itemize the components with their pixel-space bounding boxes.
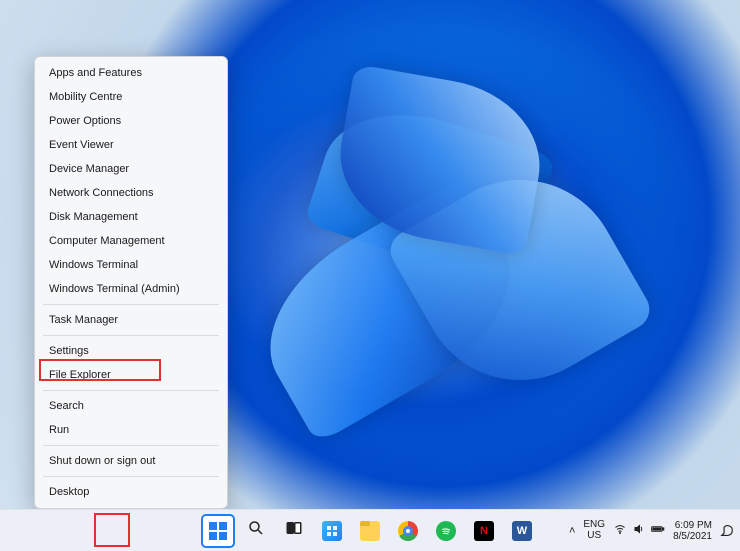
folder-icon: [360, 521, 380, 541]
winx-context-menu: Apps and FeaturesMobility CentrePower Op…: [34, 56, 228, 509]
volume-icon: [632, 523, 646, 538]
netflix-button[interactable]: N: [469, 516, 499, 546]
menu-item-task-manager[interactable]: Task Manager: [35, 308, 227, 332]
taskbar: N W ˄ ENG US: [0, 509, 740, 551]
menu-separator: [43, 445, 219, 446]
menu-item-windows-terminal[interactable]: Windows Terminal: [35, 253, 227, 277]
menu-item-file-explorer[interactable]: File Explorer: [35, 363, 227, 387]
menu-item-mobility-centre[interactable]: Mobility Centre: [35, 85, 227, 109]
task-view-icon: [285, 519, 303, 542]
menu-item-disk-management[interactable]: Disk Management: [35, 205, 227, 229]
language-indicator[interactable]: ENG US: [583, 520, 605, 541]
tray-overflow-chevron-icon[interactable]: ˄: [569, 525, 575, 537]
widgets-button[interactable]: [317, 516, 347, 546]
battery-icon: [651, 523, 665, 538]
clock[interactable]: 6:09 PM 8/5/2021: [673, 520, 712, 542]
menu-separator: [43, 390, 219, 391]
word-icon: W: [512, 521, 532, 541]
menu-item-computer-management[interactable]: Computer Management: [35, 229, 227, 253]
menu-item-settings[interactable]: Settings: [35, 339, 227, 363]
menu-separator: [43, 476, 219, 477]
menu-item-apps-and-features[interactable]: Apps and Features: [35, 61, 227, 85]
windows-logo-icon: [209, 522, 227, 540]
netflix-icon: N: [474, 521, 494, 541]
menu-item-search[interactable]: Search: [35, 394, 227, 418]
language-line1: ENG: [583, 520, 605, 531]
clock-date: 8/5/2021: [673, 531, 712, 542]
menu-item-event-viewer[interactable]: Event Viewer: [35, 133, 227, 157]
widgets-icon: [322, 521, 342, 541]
menu-separator: [43, 304, 219, 305]
search-button[interactable]: [241, 516, 271, 546]
file-explorer-button[interactable]: [355, 516, 385, 546]
chrome-icon: [398, 521, 418, 541]
spotify-button[interactable]: [431, 516, 461, 546]
word-button[interactable]: W: [507, 516, 537, 546]
task-view-button[interactable]: [279, 516, 309, 546]
start-button[interactable]: [203, 516, 233, 546]
menu-item-device-manager[interactable]: Device Manager: [35, 157, 227, 181]
system-tray: ˄ ENG US 6:09 PM 8/5/2021: [569, 510, 734, 551]
tray-status-icons[interactable]: [613, 523, 665, 538]
menu-item-power-options[interactable]: Power Options: [35, 109, 227, 133]
menu-separator: [43, 335, 219, 336]
wifi-icon: [613, 523, 627, 538]
menu-item-windows-terminal-admin[interactable]: Windows Terminal (Admin): [35, 277, 227, 301]
notifications-icon[interactable]: [720, 522, 734, 539]
search-icon: [247, 519, 265, 542]
spotify-icon: [436, 521, 456, 541]
taskbar-center: N W: [203, 516, 537, 546]
menu-item-run[interactable]: Run: [35, 418, 227, 442]
menu-item-network-connections[interactable]: Network Connections: [35, 181, 227, 205]
chrome-button[interactable]: [393, 516, 423, 546]
language-line2: US: [583, 531, 605, 542]
menu-item-shut-down-or-sign-out[interactable]: Shut down or sign out: [35, 449, 227, 473]
desktop: Apps and FeaturesMobility CentrePower Op…: [0, 0, 740, 551]
menu-item-desktop[interactable]: Desktop: [35, 480, 227, 504]
clock-time: 6:09 PM: [673, 520, 712, 531]
